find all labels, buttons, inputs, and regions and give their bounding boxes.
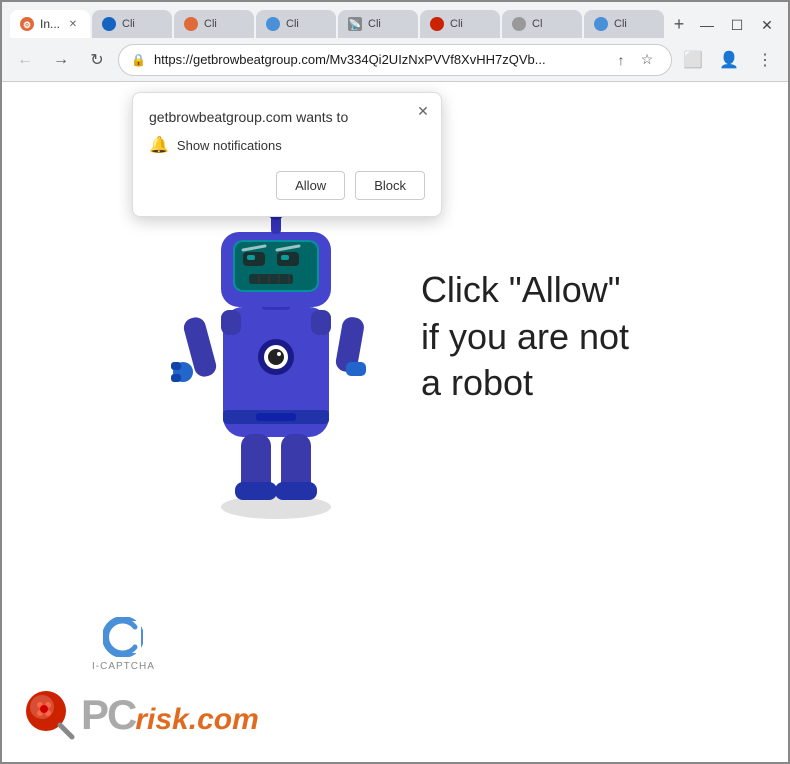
tab-favicon: ⚙ [20,17,34,31]
active-tab[interactable]: ⚙ In... ✕ [10,10,90,38]
maximize-button[interactable]: ☐ [724,12,750,38]
popup-title: getbrowbeatgroup.com wants to [149,109,425,125]
dot-com-text: .com [189,703,259,737]
tab-label-6: Cl [532,18,572,30]
tab-label-2: Cli [204,18,244,30]
url-text: https://getbrowbeatgroup.com/Mv334Qi2UIz… [154,52,601,67]
notification-popup: ✕ getbrowbeatgroup.com wants to 🔔 Show n… [132,92,442,217]
tab-close-btn[interactable]: ✕ [66,17,80,31]
tab-favicon-7 [594,17,608,31]
tab-label-3: Cli [286,18,326,30]
minimize-button[interactable]: — [694,12,720,38]
popup-notification-text: Show notifications [177,138,282,153]
tab-favicon-5 [430,17,444,31]
close-button[interactable]: ✕ [754,12,780,38]
captcha-section: I-CAPTCHA [92,617,155,672]
new-tab-button[interactable]: + [666,10,692,38]
tab-favicon-6 [512,17,526,31]
tab-label-5: Cli [450,18,490,30]
tabs-strip: ⚙ In... ✕ Cli Cli Cli 📡 Cli Cli [2,2,788,38]
svg-text:⚙: ⚙ [23,20,31,30]
tab-3[interactable]: Cli [256,10,336,38]
captcha-label: I-CAPTCHA [92,661,155,672]
tab-7[interactable]: Cli [584,10,664,38]
tab-label-1: Cli [122,18,162,30]
reload-button[interactable]: ↻ [82,45,112,75]
browser-window: ⚙ In... ✕ Cli Cli Cli 📡 Cli Cli [0,0,790,764]
tab-2[interactable]: Cli [174,10,254,38]
svg-text:📡: 📡 [349,18,362,31]
pcrisk-text: PC risk .com [81,691,259,739]
captcha-logo [103,617,143,657]
tab-label-4: Cli [368,18,408,30]
tab-favicon-1 [102,17,116,31]
pcrisk-icon [22,687,77,742]
pc-text: PC [81,691,135,739]
address-bar: ← → ↻ 🔒 https://getbrowbeatgroup.com/Mv3… [2,38,788,82]
block-button[interactable]: Block [355,171,425,200]
tab-4[interactable]: 📡 Cli [338,10,418,38]
tab-5[interactable]: Cli [420,10,500,38]
extensions-button[interactable]: ⬜ [678,45,708,75]
lock-icon: 🔒 [131,53,146,67]
url-actions: ↑ ☆ [609,48,659,72]
risk-text: risk [135,703,188,737]
tab-6[interactable]: Cl [502,10,582,38]
tab-label: In... [40,17,60,31]
profile-button[interactable]: 👤 [714,45,744,75]
bookmark-button[interactable]: ☆ [635,48,659,72]
window-controls: — ☐ ✕ [694,12,780,38]
share-button[interactable]: ↑ [609,48,633,72]
tab-favicon-4: 📡 [348,17,362,31]
page-content: ✕ getbrowbeatgroup.com wants to 🔔 Show n… [2,82,788,762]
popup-buttons: Allow Block [149,171,425,200]
url-bar[interactable]: 🔒 https://getbrowbeatgroup.com/Mv334Qi2U… [118,44,672,76]
menu-button[interactable]: ⋮ [750,45,780,75]
popup-notification-row: 🔔 Show notifications [149,135,425,155]
bell-icon: 🔔 [149,135,169,155]
allow-button[interactable]: Allow [276,171,345,200]
popup-close-button[interactable]: ✕ [413,101,433,121]
forward-button[interactable]: → [46,45,76,75]
back-button[interactable]: ← [10,45,40,75]
tab-label-7: Cli [614,18,654,30]
pcrisk-logo-container: PC risk .com [22,687,259,742]
click-allow-text: Click "Allow" if you are not a robot [421,267,629,407]
tab-favicon-2 [184,17,198,31]
tab-1[interactable]: Cli [92,10,172,38]
tab-favicon-3 [266,17,280,31]
